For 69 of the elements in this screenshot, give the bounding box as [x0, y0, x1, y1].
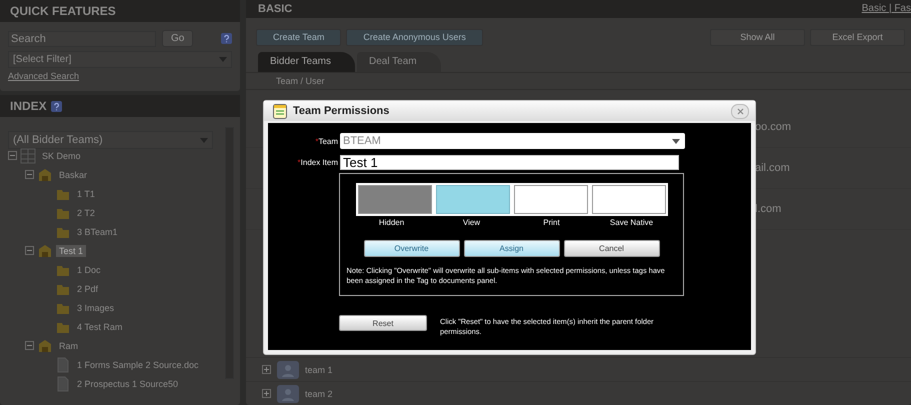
tree-item[interactable]: Test 1 [56, 244, 86, 256]
toolbar-button[interactable]: Create Anonymous Users [346, 28, 483, 46]
team-filter-dropdown[interactable]: (All Bidder Teams) [8, 131, 213, 149]
notepad-icon [273, 104, 287, 118]
table-cell: team 2 [305, 388, 333, 398]
search-field[interactable]: Search [8, 30, 156, 46]
table-cell: ail.com [755, 162, 790, 174]
column-header: Team / User [276, 76, 325, 86]
tree-item[interactable]: 4 Test Ram [74, 320, 126, 332]
permission-label: Hidden [378, 217, 406, 227]
collapse-icon[interactable] [8, 151, 17, 160]
permission-swatch[interactable] [592, 185, 666, 214]
permission-label: Save Native [608, 217, 654, 227]
permission-swatch[interactable] [358, 185, 432, 214]
permission-swatch[interactable] [514, 185, 588, 214]
permission-swatch[interactable] [436, 185, 510, 214]
permission-label: View [462, 217, 482, 227]
panel-title: QUICK FEATURES [0, 0, 240, 22]
team-dropdown[interactable]: BTEAM [340, 133, 685, 149]
document-icon [55, 356, 71, 372]
reset-button[interactable]: Reset [339, 315, 427, 331]
dialog-title: Team Permissions [293, 105, 390, 117]
view-links[interactable]: Basic | Fas [862, 3, 911, 14]
tree-item[interactable]: 2 Prospectus 1 Source50 [74, 378, 182, 390]
field-label: *Index Item [296, 158, 338, 166]
tab[interactable]: Deal Team [356, 52, 441, 72]
tree-item[interactable]: 1 Forms Sample 2 Source.doc [74, 358, 202, 370]
tree-item[interactable]: 3 Images [74, 302, 118, 314]
dropdown-caret-icon [200, 138, 208, 142]
collapse-icon[interactable] [25, 170, 34, 179]
expand-icon[interactable] [262, 389, 271, 398]
dropdown-caret-icon [219, 57, 227, 62]
collapse-icon[interactable] [25, 341, 34, 350]
permission-label: Print [542, 217, 561, 227]
tree-item[interactable]: 2 T2 [74, 206, 98, 218]
grid-icon [20, 148, 36, 164]
field-label: *Team [314, 136, 338, 146]
advanced-search-link[interactable]: Advanced Search [0, 68, 240, 81]
toolbar-button[interactable]: Excel Export [810, 28, 905, 46]
go-button[interactable]: Go [162, 30, 194, 47]
tree-item[interactable]: 2 Pdf [74, 282, 102, 294]
dialog-button[interactable]: Cancel [564, 240, 660, 257]
team-icon [277, 384, 299, 402]
tree-item[interactable]: Ram [56, 340, 82, 352]
expand-icon[interactable] [262, 365, 271, 374]
tree-item[interactable]: Baskar [56, 168, 90, 180]
toolbar-button[interactable]: Show All [710, 28, 805, 46]
table-cell: oo.com [755, 121, 792, 133]
help-icon[interactable] [221, 33, 232, 44]
collapse-icon[interactable] [25, 246, 34, 255]
help-icon[interactable] [50, 100, 62, 112]
index-item-field[interactable]: Test 1 [340, 154, 679, 170]
tree-item[interactable]: SK Demo [39, 150, 84, 162]
close-icon [736, 108, 744, 114]
dialog-button[interactable]: Overwrite [364, 240, 460, 257]
panel-title: BASIC [258, 2, 292, 15]
panel-title: INDEX [10, 99, 47, 113]
dropdown-caret-icon [672, 138, 680, 144]
tree-item[interactable]: 1 Doc [74, 264, 104, 276]
filter-dropdown[interactable]: [Select Filter] [8, 51, 232, 68]
team-icon [277, 360, 299, 378]
document-icon [55, 376, 71, 392]
toolbar-button[interactable]: Create Team [256, 28, 342, 46]
tab[interactable]: Bidder Teams [258, 52, 355, 72]
dialog-button[interactable]: Assign [464, 240, 560, 257]
tree-item[interactable]: 3 BTeam1 [74, 226, 121, 238]
close-button[interactable] [731, 104, 749, 118]
table-cell: team 1 [305, 364, 333, 374]
tree-item[interactable]: 1 T1 [74, 188, 98, 200]
